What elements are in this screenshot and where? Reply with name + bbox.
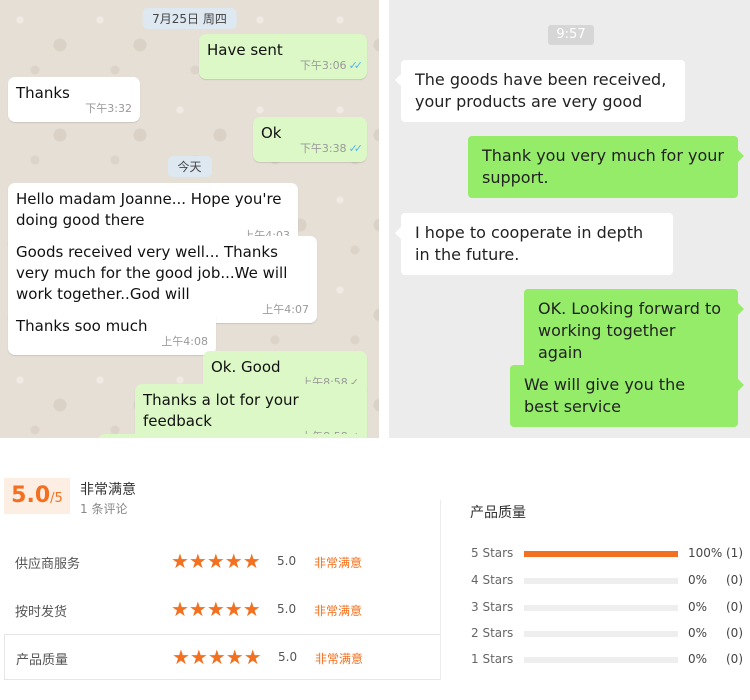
distribution-label: 2 Stars xyxy=(471,626,514,640)
message-out[interactable]: Have sent 下午3:06 ✓✓ xyxy=(199,34,367,79)
distribution-percent: 100% xyxy=(688,546,723,560)
message-text: Goods received very well... Thanks very … xyxy=(16,243,288,303)
overall-score-max: /5 xyxy=(50,491,63,506)
read-receipt-icon: ✓✓ xyxy=(348,59,364,72)
chat-message-out[interactable]: Thank you very much for your support. xyxy=(468,136,744,198)
distribution-row-1-stars[interactable]: 1 Stars 0% (0) xyxy=(470,652,745,668)
divider xyxy=(440,500,441,680)
rating-row-label: 供应商服务 xyxy=(15,557,81,572)
distribution-count: (0) xyxy=(726,573,743,587)
distribution-bar-track xyxy=(524,551,678,557)
date-divider-today: 今天 xyxy=(167,156,212,177)
message-time: 下午3:38 ✓✓ xyxy=(299,142,364,155)
distribution-bar-fill xyxy=(524,551,678,557)
chat-timestamp: 9:57 xyxy=(548,25,594,45)
rating-row-product-quality[interactable]: 产品质量 ★★★★★ 5.0 非常满意 xyxy=(4,634,440,680)
star-rating-icon: ★★★★★ xyxy=(172,645,262,669)
overall-score-badge: 5.0/5 xyxy=(4,478,70,514)
message-time: 下午3:32 xyxy=(85,102,132,115)
distribution-count: (0) xyxy=(726,652,743,666)
chat-message-out[interactable]: OK. Looking forward to working together … xyxy=(524,289,744,373)
message-out[interactable]: Ok 下午3:38 ✓✓ xyxy=(253,117,367,162)
rating-row-supplier-service[interactable]: 供应商服务 ★★★★★ 5.0 非常满意 xyxy=(4,539,440,585)
chat-panel: 9:57 The goods have been received, your … xyxy=(389,0,750,438)
rating-row-label: 产品质量 xyxy=(16,653,69,668)
message-time: 上午4:08 xyxy=(161,335,208,348)
rating-row-score: 5.0 xyxy=(277,554,297,568)
overall-rating-label: 非常满意 xyxy=(80,482,136,498)
rating-row-text: 非常满意 xyxy=(315,652,364,666)
message-in[interactable]: Thanks soo much 上午4:08 xyxy=(8,310,216,355)
message-in[interactable]: Thanks 下午3:32 xyxy=(8,77,140,122)
date-divider-yesterday: 7月25日 周四 xyxy=(142,8,237,29)
distribution-label: 5 Stars xyxy=(471,546,514,560)
message-out[interactable]: Thanks a lot for your feedback 上午8:58✓ xyxy=(135,384,367,438)
distribution-label: 4 Stars xyxy=(471,573,514,587)
read-receipt-icon: ✓✓ xyxy=(348,142,364,155)
quality-distribution-title: 产品质量 xyxy=(470,505,526,521)
star-rating-icon: ★★★★★ xyxy=(171,549,261,573)
distribution-label: 3 Stars xyxy=(471,600,514,614)
distribution-percent: 0% xyxy=(688,600,708,614)
distribution-percent: 0% xyxy=(688,573,708,587)
rating-row-score: 5.0 xyxy=(278,650,298,664)
rating-row-score: 5.0 xyxy=(277,602,297,616)
distribution-bar-track xyxy=(524,631,678,637)
chat-message-in[interactable]: I hope to cooperate in depth in the futu… xyxy=(395,213,673,275)
distribution-row-2-stars[interactable]: 2 Stars 0% (0) xyxy=(470,626,745,642)
overall-score: 5.0 xyxy=(11,483,51,508)
distribution-row-5-stars[interactable]: 5 Stars 100% (1) xyxy=(470,546,745,562)
distribution-row-3-stars[interactable]: 3 Stars 0% (0) xyxy=(470,600,745,616)
distribution-percent: 0% xyxy=(688,652,708,666)
distribution-count: (0) xyxy=(726,600,743,614)
distribution-count: (1) xyxy=(726,546,743,560)
distribution-bar-track xyxy=(524,657,678,663)
distribution-bar-track xyxy=(524,605,678,611)
review-count[interactable]: 1 条评论 xyxy=(80,500,127,517)
distribution-bar-track xyxy=(524,578,678,584)
rating-row-on-time-delivery[interactable]: 按时发货 ★★★★★ 5.0 非常满意 xyxy=(4,587,440,633)
rating-row-text: 非常满意 xyxy=(314,556,363,570)
distribution-count: (0) xyxy=(726,626,743,640)
distribution-row-4-stars[interactable]: 4 Stars 0% (0) xyxy=(470,573,745,589)
message-out-partial xyxy=(98,434,368,438)
chat-message-in[interactable]: The goods have been received, your produ… xyxy=(395,60,685,122)
message-time: 下午3:06 ✓✓ xyxy=(299,59,364,72)
distribution-label: 1 Stars xyxy=(471,652,514,666)
distribution-percent: 0% xyxy=(688,626,708,640)
rating-row-text: 非常满意 xyxy=(314,604,363,618)
star-rating-icon: ★★★★★ xyxy=(171,597,261,621)
rating-row-label: 按时发货 xyxy=(15,605,68,620)
chat-message-out[interactable]: We will give you the best service xyxy=(510,365,744,427)
whatsapp-chat-panel: 7月25日 周四 Have sent 下午3:06 ✓✓ Thanks 下午3:3… xyxy=(0,0,379,438)
message-time: 上午4:07 xyxy=(262,303,309,316)
